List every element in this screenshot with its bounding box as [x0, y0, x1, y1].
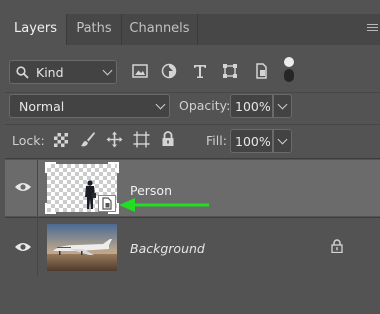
panel-tab-bar: Layers Paths Channels	[5, 14, 380, 45]
blend-mode-select[interactable]: Normal	[9, 94, 170, 118]
fill-value: 100%	[235, 134, 271, 149]
tab-paths[interactable]: Paths	[67, 14, 121, 45]
annotation-arrow	[119, 198, 209, 212]
smart-object-badge-icon	[98, 195, 116, 212]
airplane-photo	[47, 224, 117, 271]
chevron-down-icon	[277, 134, 288, 145]
tab-channels[interactable]: Channels	[122, 14, 197, 45]
lock-transparent-pixels-icon[interactable]	[54, 133, 68, 147]
search-icon	[16, 66, 29, 79]
layer-name-person[interactable]: Person	[130, 183, 172, 198]
smart-object-filter-icon[interactable]	[252, 62, 270, 80]
layer-name-background[interactable]: Background	[130, 241, 205, 256]
lock-image-pixels-icon[interactable]	[80, 131, 96, 148]
opacity-slider-toggle[interactable]	[273, 94, 292, 118]
tab-layers[interactable]: Layers	[5, 14, 66, 45]
opacity-input[interactable]: 100%	[230, 94, 273, 118]
opacity-label: Opacity:	[179, 98, 231, 113]
blend-mode-value: Normal	[19, 99, 65, 114]
shape-filter-icon[interactable]	[221, 62, 239, 80]
adjustment-filter-icon[interactable]	[160, 62, 178, 80]
filter-kind-label: Kind	[36, 65, 64, 80]
type-filter-icon[interactable]	[191, 62, 209, 80]
lock-artboard-icon[interactable]	[133, 131, 150, 148]
eye-icon[interactable]	[14, 241, 32, 253]
fill-label: Fill:	[206, 133, 227, 148]
filter-toggle-icon[interactable]	[284, 57, 295, 85]
fill-slider-toggle[interactable]	[273, 129, 292, 153]
panel-menu-icon[interactable]	[367, 24, 378, 33]
layers-empty-area	[5, 278, 380, 314]
layer-lock-icon[interactable]	[331, 239, 343, 253]
fill-input[interactable]: 100%	[230, 129, 273, 153]
lock-label: Lock:	[12, 133, 45, 148]
filter-kind-select[interactable]: Kind	[9, 60, 117, 84]
chevron-down-icon	[155, 99, 166, 110]
chevron-down-icon	[277, 99, 288, 110]
eye-icon[interactable]	[14, 181, 32, 193]
lock-position-icon[interactable]	[106, 131, 123, 148]
chevron-down-icon	[102, 65, 113, 76]
layer-thumbnail-background[interactable]	[47, 224, 117, 271]
opacity-value: 100%	[235, 99, 271, 114]
lock-all-icon[interactable]	[161, 131, 175, 147]
image-filter-icon[interactable]	[131, 62, 149, 80]
